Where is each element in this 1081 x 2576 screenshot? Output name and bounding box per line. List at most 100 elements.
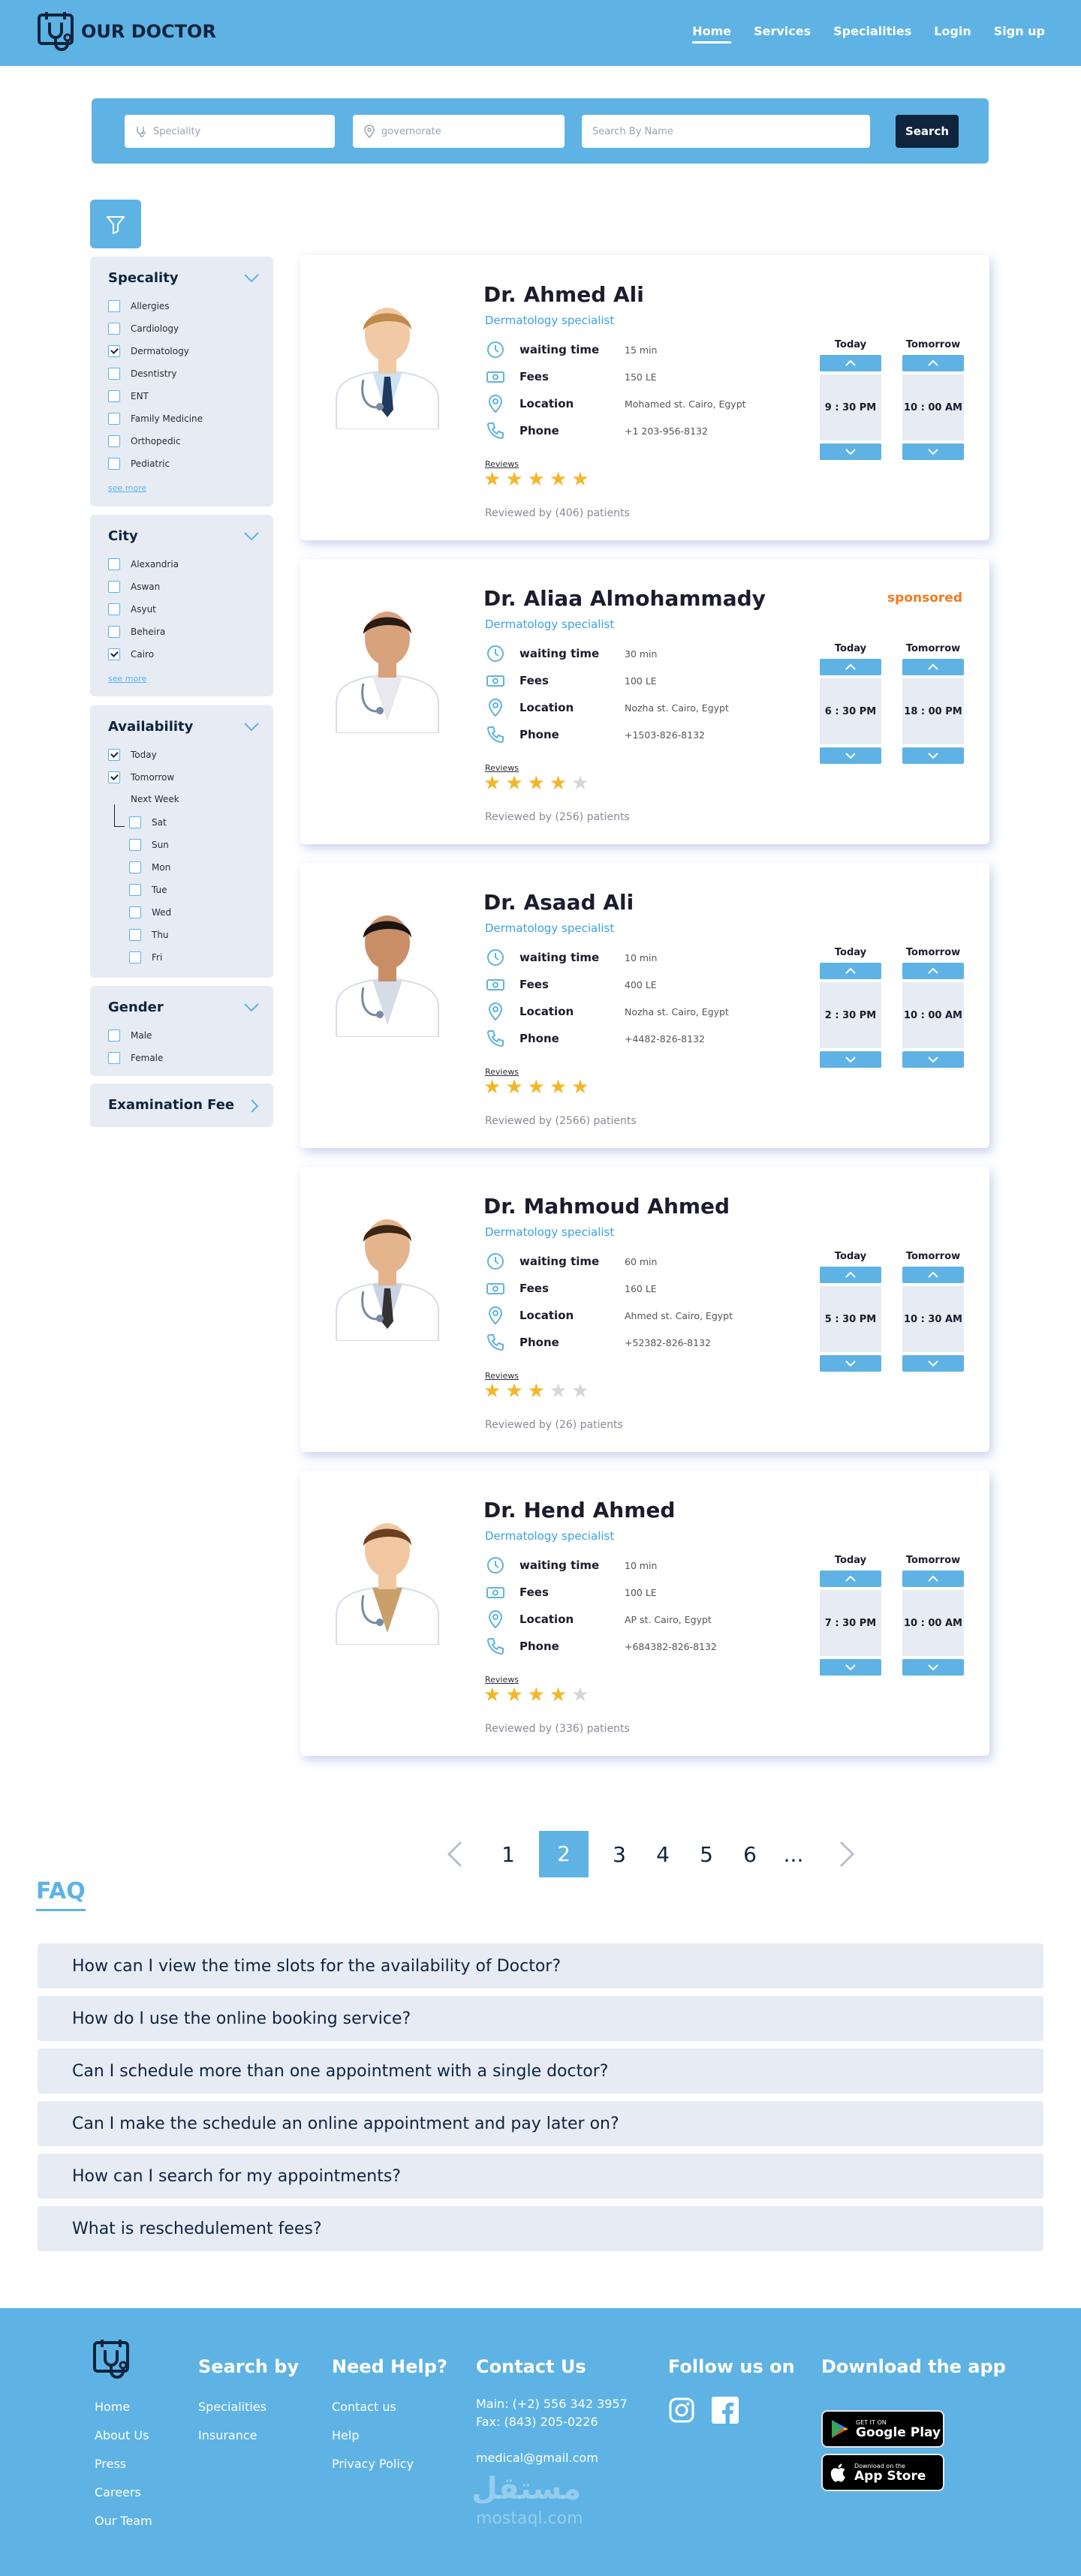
app-store-badge[interactable]: Download on the App Store: [821, 2454, 944, 2491]
checkbox[interactable]: [108, 603, 120, 615]
availability-option-today[interactable]: Today: [108, 749, 157, 761]
slot-up-button[interactable]: [902, 659, 964, 675]
footer-link-specialities[interactable]: Specialities: [198, 2400, 266, 2414]
checkbox-checked[interactable]: [108, 771, 120, 783]
speciality-option-dentistry[interactable]: Desntistry: [108, 368, 177, 380]
checkbox[interactable]: [108, 1029, 120, 1042]
doctor-card[interactable]: Dr. Hend Ahmed Dermatology specialist wait…: [300, 1471, 989, 1756]
availability-option-tomorrow[interactable]: Tomorrow: [108, 771, 174, 783]
day-option-tue[interactable]: Tue: [129, 884, 167, 896]
faq-item[interactable]: What is reschedulement fees?: [38, 2206, 1043, 2251]
governorate-input[interactable]: governorate: [353, 115, 565, 148]
search-button[interactable]: Search: [896, 115, 959, 148]
doctor-name[interactable]: Dr. Ahmed Ali: [483, 282, 644, 307]
chevron-right-icon[interactable]: [832, 1839, 859, 1869]
slot-time[interactable]: 6 : 30 PM: [820, 678, 881, 744]
footer-link-help[interactable]: Help: [332, 2428, 359, 2442]
footer-link-about[interactable]: About Us: [95, 2428, 149, 2442]
city-option-beheira[interactable]: Beheira: [108, 626, 165, 638]
slot-time[interactable]: 9 : 30 PM: [820, 374, 881, 440]
speciality-option-dermatology[interactable]: Dermatology: [108, 345, 189, 357]
slot-down-button[interactable]: [820, 1355, 881, 1372]
slot-time[interactable]: 5 : 30 PM: [820, 1286, 881, 1352]
checkbox[interactable]: [129, 816, 141, 828]
footer-link-team[interactable]: Our Team: [95, 2514, 152, 2528]
slot-time[interactable]: 10 : 00 AM: [902, 374, 964, 440]
city-option-cairo[interactable]: Cairo: [108, 648, 154, 660]
checkbox[interactable]: [108, 368, 120, 380]
nav-specialities[interactable]: Specialities: [833, 24, 911, 44]
slot-time[interactable]: 10 : 00 AM: [902, 982, 964, 1048]
checkbox-checked[interactable]: [108, 749, 120, 761]
slot-time[interactable]: 10 : 00 AM: [902, 1590, 964, 1656]
city-see-more-link[interactable]: see more: [108, 674, 146, 684]
chevron-down-icon[interactable]: [243, 1002, 260, 1013]
city-option-aswan[interactable]: Aswan: [108, 581, 160, 593]
chevron-down-icon[interactable]: [243, 722, 260, 732]
checkbox[interactable]: [129, 861, 141, 873]
checkbox[interactable]: [108, 323, 120, 335]
page-2-active[interactable]: 2: [539, 1831, 589, 1877]
availability-next-week[interactable]: Next Week: [131, 794, 179, 804]
instagram-icon[interactable]: [668, 2397, 695, 2424]
checkbox[interactable]: [108, 1052, 120, 1064]
stethoscope-logo-icon[interactable]: [92, 2337, 132, 2382]
logo[interactable]: OUR DOCTOR: [36, 11, 216, 53]
examination-fee-filter-panel[interactable]: Examination Fee: [90, 1084, 273, 1127]
checkbox[interactable]: [108, 581, 120, 593]
day-option-wed[interactable]: Wed: [129, 906, 171, 918]
checkbox[interactable]: [108, 626, 120, 638]
slot-up-button[interactable]: [902, 355, 964, 371]
doctor-card[interactable]: Dr. Asaad Ali Dermatology specialist waiti…: [300, 863, 989, 1148]
footer-link-contact[interactable]: Contact us: [332, 2400, 396, 2414]
speciality-input[interactable]: Speciality: [125, 115, 335, 148]
checkbox-checked[interactable]: [108, 345, 120, 357]
footer-link-careers[interactable]: Careers: [95, 2485, 141, 2499]
slot-up-button[interactable]: [820, 1571, 881, 1587]
day-option-fri[interactable]: Fri: [129, 951, 162, 963]
slot-down-button[interactable]: [820, 747, 881, 764]
day-option-mon[interactable]: Mon: [129, 861, 170, 873]
page-3[interactable]: 3: [598, 1842, 641, 1867]
slot-down-button[interactable]: [902, 1659, 964, 1676]
day-option-sat[interactable]: Sat: [129, 816, 167, 828]
slot-up-button[interactable]: [902, 1267, 964, 1283]
chevron-left-icon[interactable]: [443, 1839, 470, 1869]
checkbox[interactable]: [108, 458, 120, 470]
slot-down-button[interactable]: [820, 1659, 881, 1676]
checkbox[interactable]: [108, 390, 120, 402]
facebook-icon[interactable]: [712, 2397, 739, 2424]
faq-item[interactable]: Can I make the schedule an online appoin…: [38, 2101, 1043, 2146]
slot-time[interactable]: 10 : 30 AM: [902, 1286, 964, 1352]
speciality-option-cardiology[interactable]: Cardiology: [108, 323, 179, 335]
speciality-option-orthopedic[interactable]: Orthopedic: [108, 435, 181, 447]
page-5[interactable]: 5: [685, 1842, 728, 1867]
gender-option-female[interactable]: Female: [108, 1052, 163, 1064]
slot-down-button[interactable]: [902, 1051, 964, 1068]
faq-item[interactable]: How can I view the time slots for the av…: [38, 1943, 1043, 1988]
footer-link-privacy[interactable]: Privacy Policy: [332, 2457, 414, 2471]
faq-item[interactable]: How do I use the online booking service?: [38, 1996, 1043, 2041]
checkbox[interactable]: [129, 839, 141, 851]
slot-up-button[interactable]: [820, 659, 881, 675]
slot-down-button[interactable]: [902, 1355, 964, 1372]
slot-down-button[interactable]: [820, 443, 881, 460]
slot-time[interactable]: 2 : 30 PM: [820, 982, 881, 1048]
slot-down-button[interactable]: [820, 1051, 881, 1068]
nav-services[interactable]: Services: [754, 24, 811, 44]
day-option-thu[interactable]: Thu: [129, 929, 169, 941]
footer-link-insurance[interactable]: Insurance: [198, 2428, 257, 2442]
gender-option-male[interactable]: Male: [108, 1029, 152, 1042]
google-play-badge[interactable]: GET IT ON Google Play: [821, 2410, 944, 2448]
checkbox[interactable]: [129, 906, 141, 918]
checkbox[interactable]: [108, 558, 120, 570]
slot-up-button[interactable]: [820, 355, 881, 371]
doctor-name[interactable]: Dr. Mahmoud Ahmed: [483, 1194, 730, 1219]
page-1[interactable]: 1: [486, 1842, 530, 1867]
chevron-right-icon[interactable]: [249, 1099, 260, 1114]
speciality-option-family-medicine[interactable]: Family Medicine: [108, 413, 203, 425]
doctor-name[interactable]: Dr. Aliaa Almohammady: [483, 586, 766, 611]
slot-down-button[interactable]: [902, 443, 964, 460]
page-4[interactable]: 4: [641, 1842, 685, 1867]
city-option-alexandria[interactable]: Alexandria: [108, 558, 179, 570]
